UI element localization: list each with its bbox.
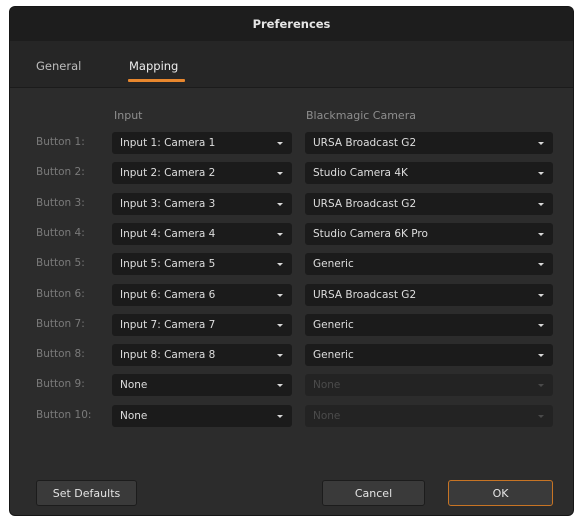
button-6-camera-dropdown[interactable]: URSA Broadcast G2 <box>305 284 553 306</box>
dropdown-value: None <box>313 410 341 422</box>
button-7-label: Button 7: <box>36 318 85 330</box>
chevron-down-icon <box>277 294 283 297</box>
button-2-label: Button 2: <box>36 166 85 178</box>
dropdown-value: Generic <box>313 349 354 361</box>
button-4-input-dropdown[interactable]: Input 4: Camera 4 <box>112 223 292 245</box>
chevron-down-icon <box>538 294 544 297</box>
dropdown-value: None <box>120 379 148 391</box>
button-3-input-dropdown[interactable]: Input 3: Camera 3 <box>112 193 292 215</box>
chevron-down-icon <box>277 324 283 327</box>
camera-column-header: Blackmagic Camera <box>306 109 416 122</box>
chevron-down-icon <box>277 415 283 418</box>
chevron-down-icon <box>277 142 283 145</box>
button-1-camera-dropdown[interactable]: URSA Broadcast G2 <box>305 132 553 154</box>
chevron-down-icon <box>538 172 544 175</box>
chevron-down-icon <box>538 384 544 387</box>
button-1-input-dropdown[interactable]: Input 1: Camera 1 <box>112 132 292 154</box>
chevron-down-icon <box>277 233 283 236</box>
dropdown-value: Input 6: Camera 6 <box>120 289 216 301</box>
button-10-label: Button 10: <box>36 409 92 421</box>
dropdown-value: URSA Broadcast G2 <box>313 289 417 301</box>
button-6-input-dropdown[interactable]: Input 6: Camera 6 <box>112 284 292 306</box>
button-4-label: Button 4: <box>36 227 85 239</box>
button-1-label: Button 1: <box>36 136 85 148</box>
button-10-camera-dropdown: None <box>305 405 553 427</box>
dropdown-value: Input 4: Camera 4 <box>120 228 216 240</box>
button-9-input-dropdown[interactable]: None <box>112 374 292 396</box>
button-9-label: Button 9: <box>36 378 85 390</box>
chevron-down-icon <box>277 354 283 357</box>
dropdown-value: Input 1: Camera 1 <box>120 137 216 149</box>
button-7-input-dropdown[interactable]: Input 7: Camera 7 <box>112 314 292 336</box>
dropdown-value: Studio Camera 6K Pro <box>313 228 428 240</box>
dropdown-value: Input 2: Camera 2 <box>120 167 216 179</box>
button-6-label: Button 6: <box>36 288 85 300</box>
tab-bar: General Mapping <box>10 41 573 88</box>
chevron-down-icon <box>538 263 544 266</box>
dropdown-value: URSA Broadcast G2 <box>313 198 417 210</box>
dropdown-value: Input 5: Camera 5 <box>120 258 216 270</box>
tab-general[interactable]: General <box>36 59 81 73</box>
chevron-down-icon <box>538 415 544 418</box>
preferences-dialog: Preferences General Mapping Input Blackm… <box>10 7 573 515</box>
button-5-input-dropdown[interactable]: Input 5: Camera 5 <box>112 253 292 275</box>
chevron-down-icon <box>538 233 544 236</box>
dropdown-value: Input 8: Camera 8 <box>120 349 216 361</box>
button-7-camera-dropdown[interactable]: Generic <box>305 314 553 336</box>
dropdown-value: Generic <box>313 258 354 270</box>
chevron-down-icon <box>538 203 544 206</box>
dropdown-value: Generic <box>313 319 354 331</box>
button-3-camera-dropdown[interactable]: URSA Broadcast G2 <box>305 193 553 215</box>
dropdown-value: None <box>313 379 341 391</box>
chevron-down-icon <box>277 263 283 266</box>
button-5-label: Button 5: <box>36 257 85 269</box>
button-3-label: Button 3: <box>36 197 85 209</box>
set-defaults-button[interactable]: Set Defaults <box>36 480 137 506</box>
cancel-button[interactable]: Cancel <box>322 480 425 506</box>
dropdown-value: URSA Broadcast G2 <box>313 137 417 149</box>
button-8-label: Button 8: <box>36 348 85 360</box>
ok-button[interactable]: OK <box>448 480 553 506</box>
chevron-down-icon <box>277 172 283 175</box>
window-title: Preferences <box>10 7 573 41</box>
chevron-down-icon <box>538 324 544 327</box>
button-8-input-dropdown[interactable]: Input 8: Camera 8 <box>112 344 292 366</box>
button-4-camera-dropdown[interactable]: Studio Camera 6K Pro <box>305 223 553 245</box>
chevron-down-icon <box>538 142 544 145</box>
dropdown-value: None <box>120 410 148 422</box>
button-9-camera-dropdown: None <box>305 374 553 396</box>
dropdown-value: Studio Camera 4K <box>313 167 408 179</box>
active-tab-indicator <box>128 79 185 82</box>
button-8-camera-dropdown[interactable]: Generic <box>305 344 553 366</box>
chevron-down-icon <box>277 384 283 387</box>
button-10-input-dropdown[interactable]: None <box>112 405 292 427</box>
button-5-camera-dropdown[interactable]: Generic <box>305 253 553 275</box>
tab-mapping[interactable]: Mapping <box>129 59 178 73</box>
dropdown-value: Input 7: Camera 7 <box>120 319 216 331</box>
chevron-down-icon <box>538 354 544 357</box>
button-2-input-dropdown[interactable]: Input 2: Camera 2 <box>112 162 292 184</box>
chevron-down-icon <box>277 203 283 206</box>
dropdown-value: Input 3: Camera 3 <box>120 198 216 210</box>
input-column-header: Input <box>114 109 143 122</box>
button-2-camera-dropdown[interactable]: Studio Camera 4K <box>305 162 553 184</box>
